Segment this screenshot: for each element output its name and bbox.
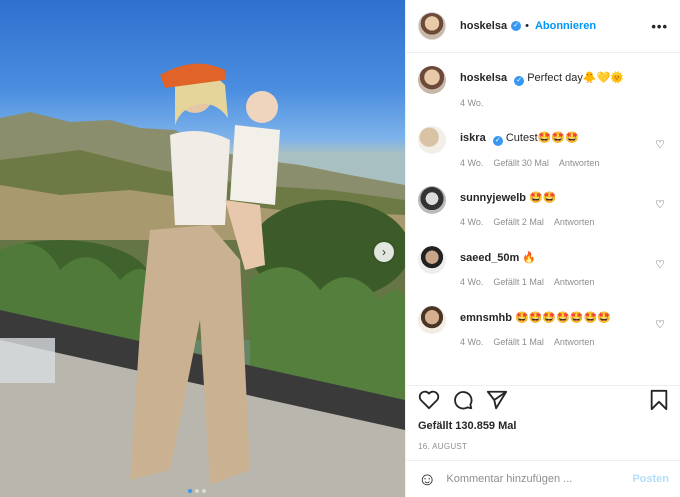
more-options-icon[interactable]: ••• [651, 19, 668, 34]
comment-text: 🤩🤩 [529, 192, 557, 204]
reply-button[interactable]: Antworten [554, 217, 595, 227]
verified-badge-icon: ✓ [514, 76, 525, 86]
reply-button[interactable]: Antworten [554, 277, 595, 287]
caption-text: Perfect day🐥💛🌞 [527, 72, 624, 84]
carousel-indicator [188, 489, 206, 493]
carousel-dot [202, 489, 206, 493]
post-sidebar: hoskelsa ✓ • Abonnieren ••• hoskelsa ✓ P… [405, 0, 680, 497]
like-comment-heart-icon[interactable]: ♡ [655, 198, 665, 211]
follow-button[interactable]: Abonnieren [535, 20, 596, 32]
carousel-dot [195, 489, 199, 493]
author-username[interactable]: hoskelsa [460, 20, 507, 32]
comment-row: saeed_50m 🔥 4 Wo. Gefällt 1 Mal Antworte… [406, 246, 680, 306]
comment-likes[interactable]: Gefällt 2 Mal [493, 217, 544, 227]
comment-row: iskra ✓ Cutest🤩🤩🤩 4 Wo. Gefällt 30 Mal A… [406, 126, 680, 186]
carousel-dot-active [188, 489, 192, 493]
comment-text: 🤩🤩🤩🤩🤩🤩🤩 [515, 312, 611, 324]
comment-text: Cutest🤩🤩🤩 [505, 132, 579, 144]
comment-likes[interactable]: Gefällt 1 Mal [493, 337, 544, 347]
comment-username[interactable]: emnsmhb [460, 312, 512, 324]
comment-bubble-icon[interactable] [452, 389, 474, 415]
comment-input[interactable] [446, 473, 633, 485]
comment-username[interactable]: iskra [460, 132, 486, 144]
caption-row: hoskelsa ✓ Perfect day🐥💛🌞 4 Wo. [406, 66, 680, 126]
comment-row: emnsmhb 🤩🤩🤩🤩🤩🤩🤩 4 Wo. Gefällt 1 Mal Antw… [406, 306, 680, 366]
emoji-picker-icon[interactable]: ☺ [418, 469, 436, 490]
commenter-avatar[interactable] [418, 186, 446, 214]
next-photo-button[interactable]: › [374, 242, 394, 262]
like-heart-icon[interactable] [418, 390, 440, 414]
author-avatar[interactable] [418, 12, 446, 40]
caption-age[interactable]: 4 Wo. [460, 98, 483, 108]
header-separator: • [525, 20, 529, 32]
instagram-post: › hoskelsa ✓ • Abonnieren ••• hoskelsa ✓ [0, 0, 680, 497]
verified-badge-icon: ✓ [511, 21, 522, 31]
like-comment-heart-icon[interactable]: ♡ [655, 138, 665, 151]
comment-username[interactable]: saeed_50m [460, 252, 519, 264]
commenter-avatar[interactable] [418, 246, 446, 274]
verified-badge-icon: ✓ [492, 136, 503, 146]
bookmark-icon[interactable] [649, 389, 669, 415]
comment-age[interactable]: 4 Wo. [460, 337, 483, 347]
commenter-avatar[interactable] [418, 126, 446, 154]
comment-text: 🔥 [522, 252, 537, 264]
reply-button[interactable]: Antworten [559, 158, 600, 168]
comments-list[interactable]: hoskelsa ✓ Perfect day🐥💛🌞 4 Wo. iskra ✓ … [406, 66, 680, 380]
like-count[interactable]: Gefällt 130.859 Mal [418, 420, 669, 432]
post-actions: Gefällt 130.859 Mal 16. AUGUST [406, 385, 680, 451]
reply-button[interactable]: Antworten [554, 337, 595, 347]
add-comment-bar: ☺ Posten [406, 460, 680, 497]
comment-username[interactable]: sunnyjewelb [460, 192, 526, 204]
caption-username[interactable]: hoskelsa [460, 72, 507, 84]
comment-likes[interactable]: Gefällt 1 Mal [493, 277, 544, 287]
commenter-avatar[interactable] [418, 306, 446, 334]
post-header: hoskelsa ✓ • Abonnieren ••• [406, 0, 680, 53]
author-avatar[interactable] [418, 66, 446, 94]
photo-illustration [0, 63, 405, 497]
post-date[interactable]: 16. AUGUST [418, 442, 669, 451]
comment-age[interactable]: 4 Wo. [460, 217, 483, 227]
post-comment-button[interactable]: Posten [632, 473, 669, 485]
like-comment-heart-icon[interactable]: ♡ [655, 258, 665, 271]
comment-row: sunnyjewelb 🤩🤩 4 Wo. Gefällt 2 Mal Antwo… [406, 186, 680, 246]
chevron-right-icon: › [382, 245, 386, 259]
like-comment-heart-icon[interactable]: ♡ [655, 318, 665, 331]
post-photo[interactable]: › [0, 0, 405, 497]
comment-likes[interactable]: Gefällt 30 Mal [493, 158, 549, 168]
comment-age[interactable]: 4 Wo. [460, 277, 483, 287]
comment-age[interactable]: 4 Wo. [460, 158, 483, 168]
share-paper-plane-icon[interactable] [486, 389, 508, 415]
